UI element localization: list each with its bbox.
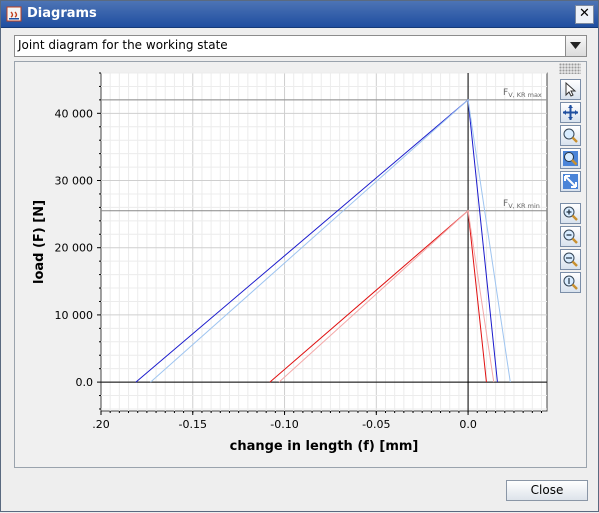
pan-button[interactable] (560, 102, 581, 123)
joint-diagram-chart[interactable]: FV, KR maxFV, KR min0.010 00020 00030 00… (1, 1, 599, 513)
y-tick-label: 30 000 (55, 175, 94, 188)
y-tick-label: 10 000 (55, 309, 94, 322)
zoom-fit-icon (563, 174, 578, 189)
zoom-y-icon (563, 275, 578, 290)
zoom-box-button[interactable] (560, 148, 581, 169)
y-tick-label: 20 000 (55, 242, 94, 255)
zoom-in-icon (563, 206, 578, 221)
zoom-y-button[interactable] (560, 272, 581, 293)
close-button[interactable]: Close (506, 480, 588, 501)
zoom-x-icon (563, 252, 578, 267)
zoom-out-icon (563, 229, 578, 244)
diagrams-window: Diagrams ✕ Joint diagram for the working… (0, 0, 599, 512)
x-tick-label: -0.15 (179, 418, 207, 431)
y-tick-label: 40 000 (55, 107, 94, 120)
x-axis-label: change in length (f) [mm] (230, 439, 419, 454)
zoom-x-button[interactable] (560, 249, 581, 270)
zoom-box-icon (563, 151, 578, 166)
toolbar-grip[interactable] (559, 63, 581, 74)
plot-area (100, 72, 548, 412)
zoom-in-button[interactable] (560, 203, 581, 224)
zoom-icon (563, 128, 578, 143)
select-arrow-button[interactable] (560, 79, 581, 100)
zoom-fit-button[interactable] (560, 171, 581, 192)
x-tick-label: -0.05 (362, 418, 390, 431)
zoom-out-button[interactable] (560, 226, 581, 247)
select-arrow-icon (565, 81, 577, 97)
x-tick-label: -0.10 (270, 418, 298, 431)
x-tick-label: .20 (92, 418, 110, 431)
x-tick-label: 0.0 (459, 418, 477, 431)
zoom-button[interactable] (560, 125, 581, 146)
move-cross-icon (563, 105, 578, 120)
y-tick-label: 0.0 (76, 376, 94, 389)
y-axis-label: load (F) [N] (32, 200, 47, 284)
